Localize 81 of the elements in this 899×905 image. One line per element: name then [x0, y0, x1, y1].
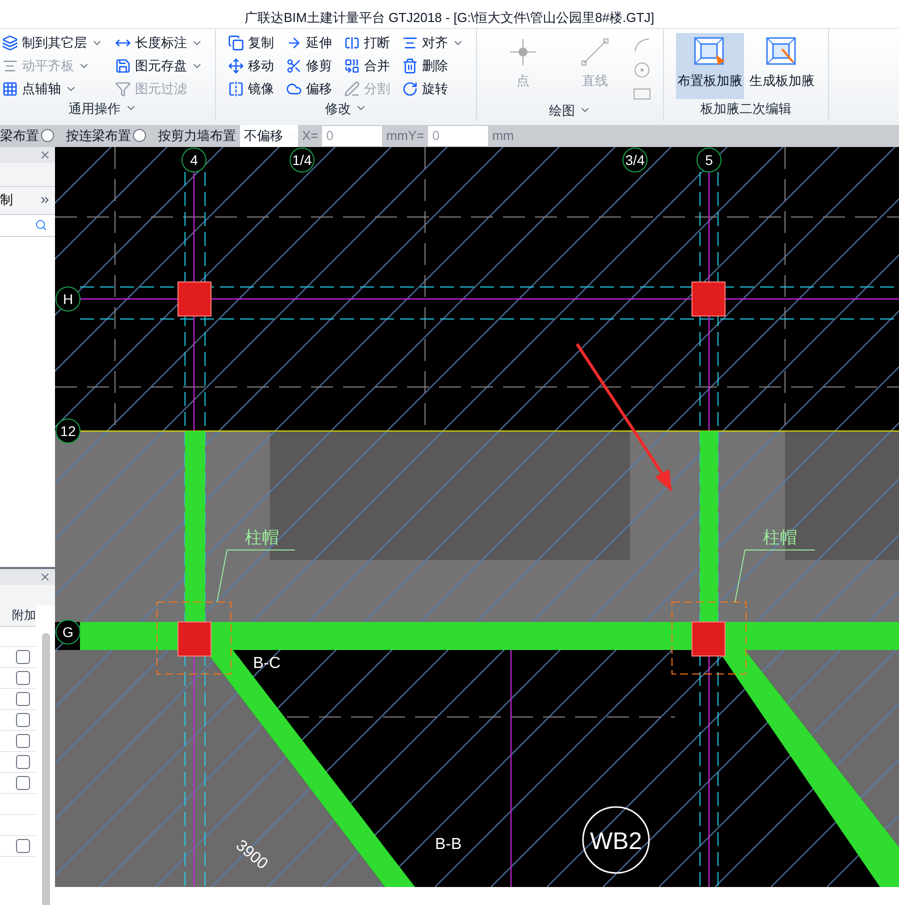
- ribbon-tool-button[interactable]: 延伸: [286, 32, 332, 52]
- window-title: 广联达BIM土建计量平台 GTJ2018 - [G:\恒大文件\管山公园里8#楼.GTJ]: [244, 9, 654, 27]
- grid-icon: [2, 80, 18, 96]
- pen-icon: [344, 80, 360, 96]
- column: [692, 281, 726, 316]
- checkbox[interactable]: [16, 692, 30, 706]
- group-label: 通用操作: [68, 100, 120, 118]
- column-cap-label: 柱帽: [245, 528, 279, 546]
- copy-icon: [228, 34, 244, 50]
- x-label: X=: [302, 126, 318, 145]
- offset-select[interactable]: 不偏移: [240, 124, 298, 146]
- line-icon: [580, 37, 610, 67]
- checkbox[interactable]: [16, 754, 30, 768]
- close-icon[interactable]: [39, 570, 51, 582]
- checkbox[interactable]: [16, 838, 30, 852]
- slab-haunch-icon: [766, 37, 798, 67]
- option-label: 按剪力墙布置: [158, 126, 236, 145]
- rotate-icon: [402, 80, 418, 96]
- ribbon-tool-button[interactable]: 删除: [402, 56, 464, 76]
- ribbon-tool-button[interactable]: 图元存盘: [115, 56, 203, 76]
- slab-haunch-icon: [694, 37, 726, 67]
- ribbon-tool-button[interactable]: 对齐: [402, 32, 464, 52]
- checkbox[interactable]: [16, 712, 30, 726]
- scrollbar[interactable]: [42, 632, 50, 905]
- ribbon-tool-button[interactable]: 修剪: [286, 56, 332, 76]
- checkbox[interactable]: [16, 776, 30, 790]
- beam-label: B-B: [435, 836, 462, 852]
- axis-bubble: 5: [696, 147, 722, 172]
- checkbox[interactable]: [16, 670, 30, 684]
- expand-icon[interactable]: [39, 194, 51, 206]
- ribbon-tool-button[interactable]: 点辅轴: [2, 78, 103, 98]
- close-icon[interactable]: [39, 148, 51, 160]
- axis-bubble: 12: [56, 418, 80, 443]
- unit-label: mm: [492, 126, 514, 145]
- ribbon-large-button[interactable]: 布置板加腋: [676, 32, 744, 98]
- column: [178, 621, 212, 656]
- ribbon-tool-button[interactable]: 旋转: [402, 78, 464, 98]
- column-header: 附加: [12, 607, 36, 624]
- break-icon: [344, 34, 360, 50]
- axis-bubble: 1/4: [290, 147, 314, 172]
- search-icon: [35, 219, 47, 231]
- move-icon: [228, 58, 244, 74]
- axis-bubble: G: [56, 619, 80, 644]
- unit-label: mm: [386, 126, 408, 145]
- ribbon-tool-button[interactable]: 长度标注: [115, 32, 203, 52]
- group-label: 修改: [325, 100, 351, 118]
- ribbon-tool-button[interactable]: 合并: [344, 56, 390, 76]
- checkbox[interactable]: [16, 650, 30, 664]
- slab-tag-circle: [582, 806, 650, 874]
- y-label: Y=: [408, 126, 424, 145]
- checkbox[interactable]: [16, 734, 30, 748]
- merge-icon: [344, 58, 360, 74]
- axis-bubble: 4: [182, 147, 206, 172]
- slab-label: WB2: [590, 828, 642, 854]
- axis-bubble: 3/4: [622, 147, 648, 172]
- ribbon-tool-button[interactable]: 偏移: [286, 78, 332, 98]
- group-label: 绘图: [549, 102, 575, 120]
- cloud-icon: [286, 80, 302, 96]
- radio-option[interactable]: 按连梁布置: [66, 126, 146, 146]
- trim-icon: [286, 58, 302, 74]
- mirror-icon: [228, 80, 244, 96]
- filter-icon: [115, 80, 131, 96]
- axis-bubble: H: [56, 286, 80, 311]
- column: [178, 281, 212, 316]
- ribbon-tool-button[interactable]: 复制: [228, 32, 274, 52]
- layers-icon: [2, 34, 18, 50]
- align-icon: [402, 34, 418, 50]
- extend-icon: [286, 34, 302, 50]
- column: [692, 621, 726, 656]
- save-icon: [115, 58, 131, 74]
- ribbon-large-button[interactable]: 生成板加腋: [748, 32, 816, 98]
- ribbon-tool-button[interactable]: 制到其它层: [2, 32, 103, 52]
- point-icon: [508, 37, 538, 67]
- delete-icon: [402, 58, 418, 74]
- panel-menu-item[interactable]: 制: [0, 190, 13, 210]
- ribbon-tool-button[interactable]: 移动: [228, 56, 274, 76]
- ribbon-tool-button[interactable]: 打断: [344, 32, 390, 52]
- group-label: 板加腋二次编辑: [700, 100, 792, 118]
- ribbon-tool-button[interactable]: 镜像: [228, 78, 274, 98]
- radio-option[interactable]: 梁布置: [0, 126, 54, 146]
- align-icon: [2, 58, 18, 74]
